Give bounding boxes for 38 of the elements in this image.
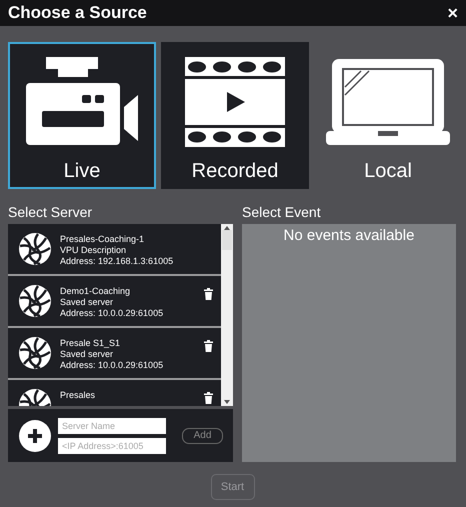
scroll-down-icon[interactable]	[224, 400, 230, 404]
plus-circle-icon[interactable]	[18, 418, 52, 452]
close-button[interactable]: ×	[447, 4, 458, 22]
source-tab[interactable]: Local	[314, 42, 462, 189]
source-tab[interactable]: Recorded	[161, 42, 309, 189]
trash-icon[interactable]	[204, 392, 213, 404]
source-tab[interactable]: Live	[8, 42, 156, 189]
laptop-icon	[326, 57, 450, 147]
globe-icon	[18, 232, 52, 266]
ip-address-field[interactable]: <IP Address>:61005	[58, 438, 166, 454]
server-row[interactable]: Presales-Coaching-1 VPU Description Address: 192.168.1.3:61005	[8, 224, 221, 274]
scrollbar[interactable]	[221, 224, 233, 406]
server-row[interactable]: Demo1-Coaching Saved server Address: 10.0.0.29:61005	[8, 276, 221, 326]
globe-icon	[18, 284, 52, 318]
server-address: Address: 10.0.0.29:61005	[60, 308, 164, 319]
server-row[interactable]: Presale S1_S1 Saved server Address: 10.0.0.29:61005	[8, 328, 221, 378]
server-name: Demo1-Coaching	[60, 286, 132, 297]
section-label: Select Server	[8, 203, 94, 221]
server-name: Presales	[60, 390, 96, 401]
server-name: Presale S1_S1	[60, 338, 122, 349]
server-address: Address: 10.0.0.29:61005	[60, 360, 164, 371]
film-play-icon	[185, 57, 285, 147]
window-title: Choose a Source	[8, 2, 147, 24]
server-description: Saved server	[60, 349, 114, 360]
trash-icon[interactable]	[204, 288, 213, 300]
trash-icon[interactable]	[204, 340, 213, 352]
empty-message: No events available	[284, 226, 414, 246]
globe-icon	[18, 336, 52, 370]
video-camera-icon	[26, 57, 138, 147]
server-description: Saved server	[60, 297, 114, 308]
add-button[interactable]: Add	[182, 428, 223, 444]
server-name: Presales-Coaching-1	[60, 234, 146, 245]
server-name-field[interactable]: Server Name	[58, 418, 166, 434]
scroll-thumb[interactable]	[222, 230, 232, 250]
section-label: Select Event	[242, 203, 322, 221]
server-address: Address: 192.168.1.3:61005	[60, 256, 174, 267]
server-description: VPU Description	[60, 245, 128, 256]
server-row[interactable]: Presales	[8, 380, 221, 406]
